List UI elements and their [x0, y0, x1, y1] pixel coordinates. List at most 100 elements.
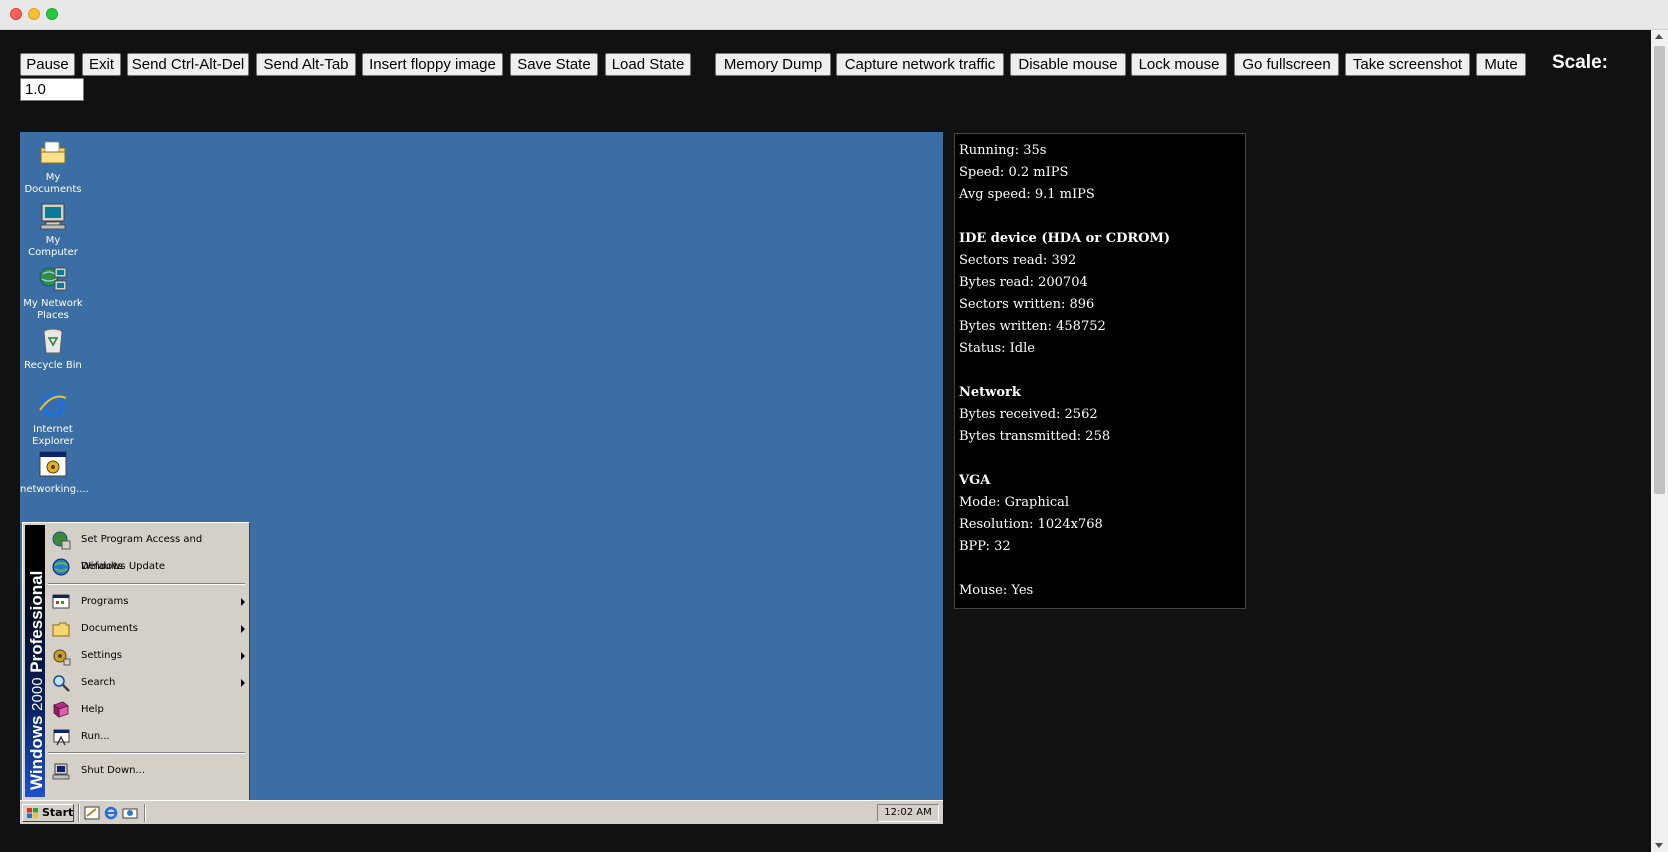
desktop-icon-networking[interactable]: networking.... [20, 450, 89, 496]
shutdown-icon [52, 763, 70, 780]
system-clock[interactable]: 12:02 AM [877, 804, 939, 822]
scale-input[interactable] [20, 78, 84, 101]
go-fullscreen-button[interactable]: Go fullscreen [1234, 53, 1339, 76]
submenu-arrow-icon [241, 679, 245, 687]
desktop-icon-label: Internet Explorer [32, 424, 74, 447]
show-desktop-icon[interactable] [84, 805, 100, 821]
taskbar: Start 12:02 AM [20, 800, 943, 824]
stats-spacer [959, 558, 1241, 580]
recycle-bin-icon [43, 328, 63, 354]
internet-explorer-quicklaunch-icon[interactable] [103, 805, 119, 821]
taskbar-divider [78, 804, 80, 822]
start-item-documents[interactable]: Documents [47, 615, 247, 642]
start-menu: Windows 2000 Professional Set Program Ac… [22, 522, 250, 801]
ide-section-header: IDE device (HDA or CDROM) [959, 231, 1171, 246]
start-item-programs[interactable]: Programs [47, 588, 247, 615]
start-item-label: Search [81, 677, 116, 688]
start-button[interactable]: Start [22, 804, 74, 822]
documents-icon [52, 622, 70, 637]
stats-spacer [959, 360, 1241, 382]
stat-bpp: BPP: 32 [959, 539, 1011, 554]
desktop-icon-my-documents[interactable]: My Documents [20, 138, 86, 196]
stat-bytes-read: Bytes read: 200704 [959, 275, 1088, 290]
start-item-help[interactable]: Help [47, 696, 247, 723]
submenu-arrow-icon [241, 625, 245, 633]
page-scrollbar[interactable] [1651, 30, 1668, 852]
start-label: Start [42, 806, 74, 819]
stat-bytes-received: Bytes received: 2562 [959, 407, 1098, 422]
start-item-run[interactable]: Run... [47, 723, 247, 750]
start-item-label: Documents [81, 623, 139, 634]
start-menu-banner-text: Windows 2000 Professional [27, 530, 47, 790]
start-menu-banner: Windows 2000 Professional [25, 525, 47, 797]
stats-spacer [959, 448, 1241, 470]
pause-button[interactable]: Pause [20, 53, 75, 76]
stat-mouse: Mouse: Yes [959, 583, 1034, 598]
start-item-shut-down[interactable]: Shut Down... [47, 757, 247, 784]
folder-icon [40, 141, 66, 164]
close-window-button[interactable] [10, 8, 22, 20]
start-item-settings[interactable]: Settings [47, 642, 247, 669]
desktop-icon-label: My Computer [28, 235, 78, 258]
browser-title-bar [0, 0, 1668, 30]
run-icon [53, 729, 70, 746]
capture-network-traffic-button[interactable]: Capture network traffic [836, 53, 1004, 76]
load-state-button[interactable]: Load State [605, 53, 691, 76]
lock-mouse-button[interactable]: Lock mouse [1131, 53, 1227, 76]
stat-sectors-written: Sectors written: 896 [959, 297, 1095, 312]
submenu-arrow-icon [241, 652, 245, 660]
desktop-icon-recycle-bin[interactable]: Recycle Bin [20, 326, 86, 372]
outlook-express-icon[interactable] [122, 805, 138, 821]
start-item-search[interactable]: Search [47, 669, 247, 696]
send-alt-tab-button[interactable]: Send Alt-Tab [256, 53, 356, 76]
desktop-icon-internet-explorer[interactable]: Internet Explorer [20, 390, 86, 448]
submenu-arrow-icon [241, 598, 245, 606]
network-section-header: Network [959, 385, 1021, 400]
mute-button[interactable]: Mute [1476, 53, 1526, 76]
start-item-windows-update[interactable]: Windows Update [47, 553, 247, 580]
stat-resolution: Resolution: 1024x768 [959, 517, 1103, 532]
start-menu-divider [48, 752, 245, 754]
banner-brand: Windows [27, 715, 46, 790]
desktop-icon-label: Recycle Bin [24, 360, 82, 371]
desktop-icon-label: My Network Places [23, 298, 83, 321]
stat-sectors-read: Sectors read: 392 [959, 253, 1077, 268]
network-places-icon [39, 267, 67, 291]
stat-running: Running: 35s [959, 143, 1047, 158]
exit-button[interactable]: Exit [82, 53, 121, 76]
disable-mouse-button[interactable]: Disable mouse [1010, 53, 1126, 76]
start-item-label: Settings [81, 650, 123, 661]
desktop-icon-label: My Documents [24, 172, 82, 195]
scroll-up-arrow-icon[interactable] [1655, 34, 1663, 39]
search-icon [53, 675, 70, 692]
start-item-label: Help [81, 704, 104, 715]
program-access-icon [52, 531, 71, 550]
stat-bytes-transmitted: Bytes transmitted: 258 [959, 429, 1111, 444]
vga-section-header: VGA [959, 473, 991, 488]
desktop-icon-label: networking.... [20, 484, 89, 495]
stats-spacer [959, 206, 1241, 228]
emulator-screen[interactable]: My Documents My Computer My Network Plac… [20, 132, 943, 824]
stat-speed: Speed: 0.2 mIPS [959, 165, 1069, 180]
scroll-down-arrow-icon[interactable] [1655, 843, 1663, 848]
desktop-icon-my-network-places[interactable]: My Network Places [20, 264, 86, 322]
scrollbar-thumb[interactable] [1654, 46, 1665, 494]
stat-status: Status: Idle [959, 341, 1035, 356]
banner-version: 2000 [29, 677, 46, 711]
desktop-icon-my-computer[interactable]: My Computer [20, 201, 86, 259]
start-item-label: Programs [81, 596, 129, 607]
insert-floppy-image-button[interactable]: Insert floppy image [362, 53, 503, 76]
help-icon [53, 701, 69, 718]
memory-dump-button[interactable]: Memory Dump [715, 53, 831, 76]
start-item-label: Windows Update [81, 561, 166, 572]
send-ctrl-alt-del-button[interactable]: Send Ctrl-Alt-Del [127, 53, 249, 76]
computer-icon [40, 203, 66, 230]
programs-icon [52, 594, 70, 609]
minimize-window-button[interactable] [28, 8, 40, 20]
start-item-program-access[interactable]: Set Program Access and Defaults [47, 526, 247, 572]
emulator-stats-panel: Running: 35s Speed: 0.2 mIPS Avg speed: … [954, 133, 1246, 609]
maximize-window-button[interactable] [46, 8, 58, 20]
take-screenshot-button[interactable]: Take screenshot [1345, 53, 1470, 76]
settings-icon [53, 649, 71, 666]
save-state-button[interactable]: Save State [510, 53, 598, 76]
